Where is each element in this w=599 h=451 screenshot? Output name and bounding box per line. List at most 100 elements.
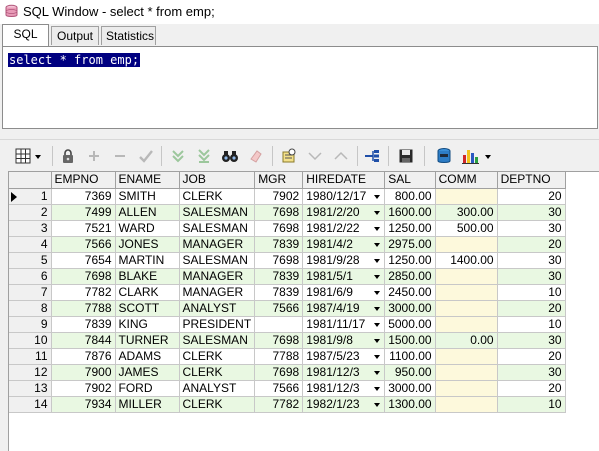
column-header-sal[interactable]: SAL — [384, 172, 436, 189]
cell-comm[interactable] — [435, 316, 498, 333]
cell-ename[interactable]: SCOTT — [115, 300, 180, 317]
cell-sal[interactable]: 1600.00 — [384, 204, 436, 221]
dropdown-arrow-icon[interactable] — [374, 354, 381, 359]
splitter[interactable] — [0, 129, 599, 139]
query-by-example-icon[interactable] — [279, 146, 299, 166]
table-row[interactable]: 13 7902 FORD ANALYST 7566 1981/12/3 3000.00 20 — [9, 380, 566, 397]
table-row[interactable]: 9 7839 KING PRESIDENT 1981/11/17 5000.00 10 — [9, 316, 566, 333]
column-header-comm[interactable]: COMM — [435, 172, 498, 189]
row-number[interactable]: 11 — [9, 348, 52, 365]
cell-deptno[interactable]: 20 — [497, 236, 566, 253]
cell-hiredate[interactable]: 1987/5/23 — [302, 348, 386, 365]
cell-mgr[interactable]: 7566 — [254, 380, 304, 397]
delete-record-icon[interactable] — [110, 146, 130, 166]
cell-mgr[interactable]: 7698 — [254, 364, 304, 381]
cell-comm[interactable] — [435, 268, 498, 285]
cell-sal[interactable]: 5000.00 — [384, 316, 436, 333]
cell-job[interactable]: SALESMAN — [179, 252, 256, 269]
cell-empno[interactable]: 7499 — [51, 204, 116, 221]
cell-sal[interactable]: 2450.00 — [384, 284, 436, 301]
cell-ename[interactable]: SMITH — [115, 188, 180, 205]
dropdown-arrow-icon[interactable] — [374, 226, 381, 231]
dropdown-arrow-icon[interactable] — [374, 306, 381, 311]
cell-empno[interactable]: 7788 — [51, 300, 116, 317]
table-row[interactable]: 12 7900 JAMES CLERK 7698 1981/12/3 950.00 30 — [9, 364, 566, 381]
cell-hiredate[interactable]: 1982/1/23 — [302, 396, 386, 413]
tab-sql[interactable]: SQL — [2, 24, 49, 46]
table-row[interactable]: 3 7521 WARD SALESMAN 7698 1981/2/22 1250.00 500… — [9, 220, 566, 237]
cell-job[interactable]: SALESMAN — [179, 332, 256, 349]
cell-empno[interactable]: 7902 — [51, 380, 116, 397]
cell-hiredate[interactable]: 1981/12/3 — [302, 364, 386, 381]
add-record-icon[interactable] — [84, 146, 104, 166]
cell-sal[interactable]: 1250.00 — [384, 220, 436, 237]
cell-empno[interactable]: 7844 — [51, 332, 116, 349]
corner-cell[interactable] — [9, 172, 52, 189]
cell-job[interactable]: ANALYST — [179, 380, 256, 397]
cell-job[interactable]: CLERK — [179, 188, 256, 205]
cell-ename[interactable]: MILLER — [115, 396, 180, 413]
clear-icon[interactable] — [246, 146, 266, 166]
cell-mgr[interactable]: 7782 — [254, 396, 304, 413]
tab-statistics[interactable]: Statistics — [101, 26, 156, 45]
cell-deptno[interactable]: 30 — [497, 204, 566, 221]
cell-sal[interactable]: 1300.00 — [384, 396, 436, 413]
cell-sal[interactable]: 1100.00 — [384, 348, 436, 365]
cell-comm[interactable]: 0.00 — [435, 332, 498, 349]
cell-comm[interactable] — [435, 364, 498, 381]
cell-deptno[interactable]: 10 — [497, 316, 566, 333]
cell-deptno[interactable]: 20 — [497, 188, 566, 205]
dropdown-arrow-icon[interactable] — [374, 386, 381, 391]
cell-hiredate[interactable]: 1987/4/19 — [302, 300, 386, 317]
dropdown-arrow-icon[interactable] — [374, 290, 381, 295]
row-number[interactable]: 12 — [9, 364, 52, 381]
cell-empno[interactable]: 7566 — [51, 236, 116, 253]
cell-mgr[interactable]: 7902 — [254, 188, 304, 205]
table-row[interactable]: 5 7654 MARTIN SALESMAN 7698 1981/9/28 1250.00 1… — [9, 252, 566, 269]
dropdown-arrow-icon[interactable] — [374, 322, 381, 327]
cell-hiredate[interactable]: 1981/12/3 — [302, 380, 386, 397]
cell-comm[interactable] — [435, 396, 498, 413]
cell-job[interactable]: CLERK — [179, 396, 256, 413]
cell-job[interactable]: MANAGER — [179, 284, 256, 301]
cell-deptno[interactable]: 20 — [497, 380, 566, 397]
dropdown-arrow-icon[interactable] — [374, 274, 381, 279]
row-number[interactable]: 1 — [9, 188, 52, 205]
table-row[interactable]: 1 7369 SMITH CLERK 7902 1980/12/17 800.00 20 — [9, 188, 566, 205]
cell-ename[interactable]: KING — [115, 316, 180, 333]
cell-comm[interactable] — [435, 300, 498, 317]
cell-hiredate[interactable]: 1981/5/1 — [302, 268, 386, 285]
cell-job[interactable]: MANAGER — [179, 236, 256, 253]
table-row[interactable]: 8 7788 SCOTT ANALYST 7566 1987/4/19 3000.00 20 — [9, 300, 566, 317]
cell-ename[interactable]: WARD — [115, 220, 180, 237]
column-header-empno[interactable]: EMPNO — [51, 172, 116, 189]
sort-down-icon[interactable] — [305, 146, 325, 166]
row-number[interactable]: 2 — [9, 204, 52, 221]
column-header-job[interactable]: JOB — [179, 172, 256, 189]
cell-ename[interactable]: JONES — [115, 236, 180, 253]
cell-sal[interactable]: 3000.00 — [384, 380, 436, 397]
table-row[interactable]: 10 7844 TURNER SALESMAN 7698 1981/9/8 1500.00 0… — [9, 332, 566, 349]
find-icon[interactable] — [220, 146, 240, 166]
cell-deptno[interactable]: 20 — [497, 348, 566, 365]
cell-mgr[interactable]: 7698 — [254, 220, 304, 237]
cell-deptno[interactable]: 30 — [497, 268, 566, 285]
cell-sal[interactable]: 2850.00 — [384, 268, 436, 285]
cell-mgr[interactable]: 7698 — [254, 204, 304, 221]
cell-hiredate[interactable]: 1981/9/28 — [302, 252, 386, 269]
column-header-deptno[interactable]: DEPTNO — [497, 172, 566, 189]
table-row[interactable]: 2 7499 ALLEN SALESMAN 7698 1981/2/20 1600.00 30… — [9, 204, 566, 221]
dropdown-arrow-icon[interactable] — [374, 338, 381, 343]
post-changes-icon[interactable] — [136, 146, 156, 166]
row-number[interactable]: 3 — [9, 220, 52, 237]
cell-mgr[interactable]: 7839 — [254, 236, 304, 253]
cell-mgr[interactable]: 7839 — [254, 284, 304, 301]
cell-sal[interactable]: 1250.00 — [384, 252, 436, 269]
cell-ename[interactable]: TURNER — [115, 332, 180, 349]
cell-job[interactable]: PRESIDENT — [179, 316, 256, 333]
table-row[interactable]: 11 7876 ADAMS CLERK 7788 1987/5/23 1100.00 20 — [9, 348, 566, 365]
cell-ename[interactable]: FORD — [115, 380, 180, 397]
column-header-mgr[interactable]: MGR — [254, 172, 304, 189]
cell-job[interactable]: CLERK — [179, 348, 256, 365]
dropdown-arrow-icon[interactable] — [374, 258, 381, 263]
